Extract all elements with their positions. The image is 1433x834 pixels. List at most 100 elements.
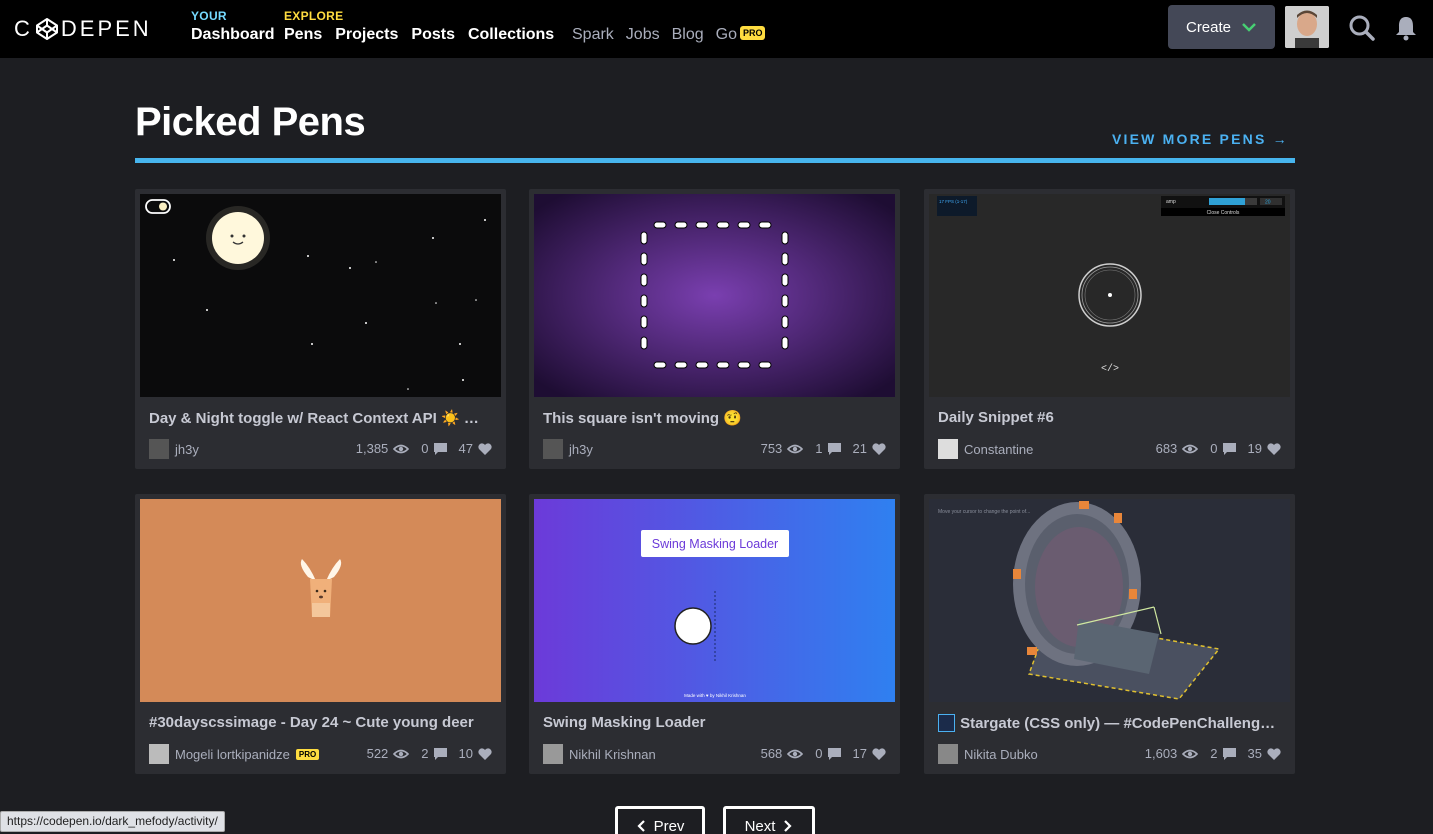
comment-icon[interactable] (433, 442, 447, 455)
pen-stats: 568 0 17 (761, 746, 886, 761)
loader-preview: Swing Masking Loader Made with ♥ by Nikh… (534, 499, 895, 702)
pen-preview[interactable]: 17 FPS (1-17) amp 20 Close Controls </> (929, 194, 1290, 397)
nav-blog[interactable]: Blog (672, 26, 704, 44)
comment-icon[interactable] (433, 747, 447, 760)
pen-title[interactable]: This square isn't moving 🤨 (543, 409, 888, 427)
heading-divider (135, 158, 1295, 163)
nav-go[interactable]: Go PRO (716, 25, 766, 44)
pen-card[interactable]: Swing Masking Loader Made with ♥ by Nikh… (529, 494, 900, 774)
pen-type-icon (938, 714, 956, 732)
browser-status-url: https://codepen.io/dark_mefody/activity/ (0, 811, 225, 832)
heart-icon[interactable] (1267, 747, 1281, 760)
likes-count: 21 (852, 441, 867, 456)
user-avatar[interactable] (1285, 6, 1329, 48)
control-value: 20 (1265, 200, 1271, 206)
heart-icon[interactable] (478, 747, 492, 760)
pen-author[interactable]: Nikhil Krishnan (543, 744, 656, 764)
comments-count: 0 (421, 441, 429, 456)
view-more-pens-link[interactable]: VIEW MORE PENS → (1112, 131, 1289, 147)
pen-title[interactable]: Daily Snippet #6 (938, 409, 1283, 426)
nav-pens[interactable]: Pens (284, 26, 322, 44)
pen-author[interactable]: jh3y (149, 439, 199, 459)
nav-spark[interactable]: Spark (572, 26, 614, 44)
eye-icon (787, 444, 804, 453)
next-label: Next (744, 817, 776, 834)
night-sky-preview (140, 194, 501, 397)
pen-stats: 753 1 21 (761, 441, 886, 456)
pen-preview[interactable] (140, 499, 501, 702)
heart-icon[interactable] (872, 747, 886, 760)
nav-jobs[interactable]: Jobs (626, 26, 660, 44)
logo-text-depen: DEPEN (60, 16, 152, 41)
loader-label: Swing Masking Loader (652, 537, 778, 551)
pen-author[interactable]: Mogeli lortkipanidze PRO (149, 744, 320, 764)
your-nav: YOUR Dashboard (191, 9, 275, 44)
logo-text-c: C (14, 16, 33, 41)
views-count: 1,385 (355, 441, 389, 456)
codepen-cube-icon (35, 18, 58, 40)
comment-icon[interactable] (827, 747, 841, 760)
pen-stats: 1,385 0 47 (356, 441, 492, 456)
explore-nav: EXPLORE Pens Projects Posts Collections (284, 9, 554, 44)
control-label: amp (1166, 199, 1176, 205)
pen-stats: 522 2 10 (367, 746, 492, 761)
heart-icon[interactable] (872, 442, 886, 455)
comment-icon[interactable] (827, 442, 841, 455)
pen-card[interactable]: Day & Night toggle w/ React Context API … (135, 189, 506, 469)
pen-stats: 1,603 2 35 (1145, 746, 1281, 761)
pen-title[interactable]: Swing Masking Loader (543, 714, 888, 731)
eye-icon (393, 749, 410, 758)
author-name: jh3y (569, 441, 593, 457)
nav-projects[interactable]: Projects (335, 26, 398, 44)
create-button[interactable]: Create (1168, 5, 1275, 49)
views-count: 1,603 (1144, 746, 1178, 761)
pen-preview[interactable] (534, 194, 895, 397)
close-controls: Close Controls (1207, 210, 1240, 216)
bell-icon[interactable] (1394, 14, 1418, 42)
chevron-down-icon (1242, 23, 1256, 32)
heart-icon[interactable] (1267, 442, 1281, 455)
page-title: Picked Pens (135, 100, 366, 144)
pen-card[interactable]: #30dayscssimage - Day 24 ~ Cute young de… (135, 494, 506, 774)
prev-label: Prev (653, 817, 685, 834)
next-button[interactable]: Next (723, 806, 815, 834)
pen-preview[interactable]: Move your cursor to change the point of.… (929, 499, 1290, 702)
pen-title[interactable]: #30dayscssimage - Day 24 ~ Cute young de… (149, 714, 494, 731)
pen-card[interactable]: 17 FPS (1-17) amp 20 Close Controls </> … (924, 189, 1295, 469)
illusion-square-preview (534, 194, 895, 397)
nav-dashboard[interactable]: Dashboard (191, 26, 275, 44)
pen-title[interactable]: Day & Night toggle w/ React Context API … (149, 409, 494, 427)
audio-snippet-preview: 17 FPS (1-17) amp 20 Close Controls </> (929, 194, 1290, 397)
heart-icon[interactable] (478, 442, 492, 455)
likes-count: 47 (458, 441, 473, 456)
pen-author[interactable]: jh3y (543, 439, 593, 459)
comment-icon[interactable] (1222, 442, 1236, 455)
codepen-logo[interactable]: C DEPEN (14, 16, 152, 42)
code-snippet-label: </> (1101, 363, 1119, 375)
eye-icon (393, 444, 410, 453)
pen-author[interactable]: Constantine (938, 439, 1033, 459)
explore-label: EXPLORE (284, 9, 344, 23)
pen-preview[interactable]: Swing Masking Loader Made with ♥ by Nikh… (534, 499, 895, 702)
author-name: Constantine (964, 441, 1034, 457)
stargate-preview: Move your cursor to change the point of.… (929, 499, 1290, 702)
author-name: Nikhil Krishnan (569, 746, 656, 762)
pen-preview[interactable] (140, 194, 501, 397)
author-avatar (938, 744, 958, 764)
author-name: Mogeli lortkipanidze (175, 746, 290, 762)
nav-collections[interactable]: Collections (468, 26, 554, 44)
pen-title[interactable]: Stargate (CSS only) — #CodePenChallenge,… (938, 714, 1283, 732)
pen-stats: 683 0 19 (1156, 441, 1281, 456)
comment-icon[interactable] (1222, 747, 1236, 760)
author-name: jh3y (175, 441, 199, 457)
pen-card[interactable]: This square isn't moving 🤨 jh3y 753 1 21 (529, 189, 900, 469)
author-avatar (938, 439, 958, 459)
pen-card[interactable]: Move your cursor to change the point of.… (924, 494, 1295, 774)
prev-button[interactable]: Prev (615, 806, 705, 834)
search-icon[interactable] (1348, 14, 1376, 42)
loader-credit: Made with ♥ by Nikhil Krishnan (684, 693, 746, 698)
avatar-face-icon (1285, 6, 1329, 48)
author-name: Nikita Dubko (964, 746, 1038, 762)
pen-author[interactable]: Nikita Dubko (938, 744, 1038, 764)
nav-posts[interactable]: Posts (411, 26, 455, 44)
